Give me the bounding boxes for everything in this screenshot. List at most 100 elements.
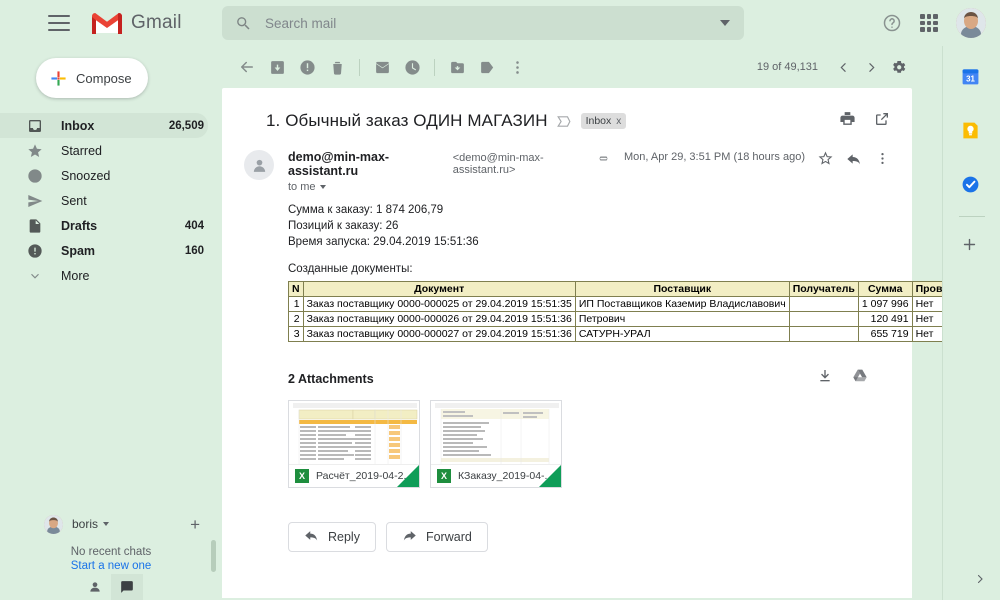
archive-icon[interactable] [262, 52, 292, 82]
cell-supplier: САТУРН-УРАЛ [574, 326, 790, 342]
attachment-clip-icon [596, 151, 611, 171]
rail-slot-calendar: 31 [943, 58, 1000, 98]
sidebar-label-starred: Starred [61, 143, 102, 158]
label-chip-inbox[interactable]: Inbox x [580, 113, 627, 129]
search-input[interactable] [265, 15, 720, 31]
main-menu-icon[interactable] [48, 15, 70, 31]
chevron-right-icon[interactable] [974, 572, 986, 588]
chat-header: boris + [0, 510, 222, 538]
google-keep-icon[interactable] [961, 121, 983, 143]
drive-fold-corner-icon [397, 465, 419, 487]
chevron-right-icon[interactable] [858, 54, 884, 80]
close-icon[interactable]: x [616, 116, 621, 127]
cell-amount: 120 491 [857, 311, 913, 327]
sidebar-label-more: More [61, 268, 90, 283]
search-options-icon[interactable] [720, 20, 730, 26]
attachment-thumbnail [431, 401, 561, 466]
sidebar-item-snoozed[interactable]: Snoozed [0, 163, 208, 188]
chat-scrollbar[interactable] [211, 540, 216, 572]
reply-arrow-icon[interactable] [846, 151, 862, 172]
table-row: 2 Заказ поставщику 0000-000026 от 29.04.… [288, 311, 971, 327]
cell-supplier: ИП Поставщиков Каземир Владиславович [574, 296, 790, 312]
table-row: 3 Заказ поставщику 0000-000027 от 29.04.… [288, 326, 971, 342]
subject-row: 1. Обычный заказ ОДИН МАГАЗИН Inbox x [222, 88, 912, 132]
new-chat-plus-icon[interactable]: + [190, 516, 200, 533]
help-icon[interactable] [882, 13, 902, 33]
message-actions: Mon, Apr 29, 3:51 PM (18 hours ago) [596, 150, 890, 193]
reply-arrow-icon [304, 528, 319, 546]
apps-grid-icon[interactable] [920, 14, 938, 32]
gear-icon[interactable] [886, 54, 912, 80]
sender-avatar[interactable] [244, 150, 274, 180]
download-icon[interactable] [817, 368, 833, 389]
message-card: 1. Обычный заказ ОДИН МАГАЗИН Inbox x de… [222, 88, 971, 598]
chat-panel: boris + No recent chats Start a new one [0, 510, 222, 600]
chevron-down-icon[interactable] [319, 185, 326, 189]
recipient-row[interactable]: to me [288, 181, 596, 193]
chevron-down-icon[interactable] [103, 522, 110, 526]
star-outline-icon[interactable] [818, 151, 833, 171]
google-tasks-icon[interactable] [961, 175, 983, 197]
more-vertical-icon[interactable] [502, 52, 532, 82]
snooze-clock-icon[interactable] [397, 52, 427, 82]
gmail-app: Gmail Search mail Compose Inbox 26,509 S… [0, 0, 1000, 600]
label-tag-icon[interactable] [472, 52, 502, 82]
back-arrow-icon[interactable] [232, 52, 262, 82]
sender-row: demo@min-max-assistant.ru <demo@min-max-… [222, 132, 912, 193]
sender-email: <demo@min-max-assistant.ru> [452, 152, 544, 176]
main-content: 19 of 49,131 1. Обычный заказ ОДИН МАГАЗ… [222, 46, 971, 600]
excel-file-icon: X [437, 469, 451, 483]
message-pagination: 19 of 49,131 [757, 54, 912, 80]
google-calendar-icon[interactable]: 31 [961, 67, 983, 89]
report-spam-icon[interactable] [292, 52, 322, 82]
open-in-new-window-icon[interactable] [874, 111, 890, 132]
plus-icon[interactable] [961, 236, 983, 258]
chat-user-name: boris [72, 517, 99, 531]
cell-recipient [788, 296, 859, 312]
important-marker-icon[interactable] [556, 115, 571, 128]
chat-user-avatar[interactable] [44, 514, 63, 534]
compose-button[interactable]: Compose [36, 58, 148, 98]
attachment-item[interactable]: X КЗаказу_2019-04-... [430, 400, 562, 488]
chat-tab-contacts[interactable] [79, 574, 111, 600]
sidebar-item-drafts[interactable]: Drafts 404 [0, 213, 208, 238]
chat-tab-chat[interactable] [111, 574, 143, 600]
search-bar[interactable] [222, 6, 744, 40]
excel-file-icon: X [295, 469, 309, 483]
cell-document: Заказ поставщику 0000-000025 от 29.04.20… [302, 296, 576, 312]
attachment-item[interactable]: X Расчёт_2019-04-2... [288, 400, 420, 488]
sidebar-count-spam: 160 [184, 244, 204, 257]
google-drive-icon[interactable] [852, 368, 868, 389]
star-icon [26, 142, 43, 159]
cell-n: 1 [288, 296, 304, 312]
chevron-left-icon[interactable] [830, 54, 856, 80]
sidebar-item-inbox[interactable]: Inbox 26,509 [0, 113, 208, 138]
cell-n: 3 [288, 326, 304, 342]
print-icon[interactable] [839, 110, 856, 132]
top-bar: Gmail [0, 0, 1000, 46]
forward-button[interactable]: Forward [385, 522, 488, 552]
sidebar-item-more[interactable]: More [0, 263, 208, 288]
trash-icon[interactable] [322, 52, 352, 82]
attachment-thumbnail [289, 401, 419, 466]
chat-empty-state: No recent chats Start a new one [0, 546, 222, 572]
sidebar-item-sent[interactable]: Sent [0, 188, 208, 213]
mark-unread-icon[interactable] [367, 52, 397, 82]
chat-start-new-link[interactable]: Start a new one [0, 560, 222, 572]
sidebar-item-starred[interactable]: Starred [0, 138, 208, 163]
sidebar-label-spam: Spam [61, 243, 96, 258]
move-to-folder-icon[interactable] [442, 52, 472, 82]
page-title: 1. Обычный заказ ОДИН МАГАЗИН [266, 111, 548, 130]
more-vertical-icon[interactable] [875, 151, 890, 171]
addon-side-panel: 31 [942, 46, 1000, 600]
message-date: Mon, Apr 29, 3:51 PM (18 hours ago) [624, 151, 805, 163]
reply-button[interactable]: Reply [288, 522, 376, 552]
compose-label: Compose [76, 70, 132, 86]
toolbar-divider-2 [434, 58, 435, 76]
mailbox-nav: Inbox 26,509 Starred Snoozed Sent Drafts… [0, 113, 222, 288]
recipient-label: to me [288, 181, 316, 193]
sidebar-item-spam[interactable]: Spam 160 [0, 238, 208, 263]
attachments-actions [817, 368, 868, 389]
attachments-header: 2 Attachments [288, 368, 890, 389]
account-avatar[interactable] [956, 8, 986, 38]
